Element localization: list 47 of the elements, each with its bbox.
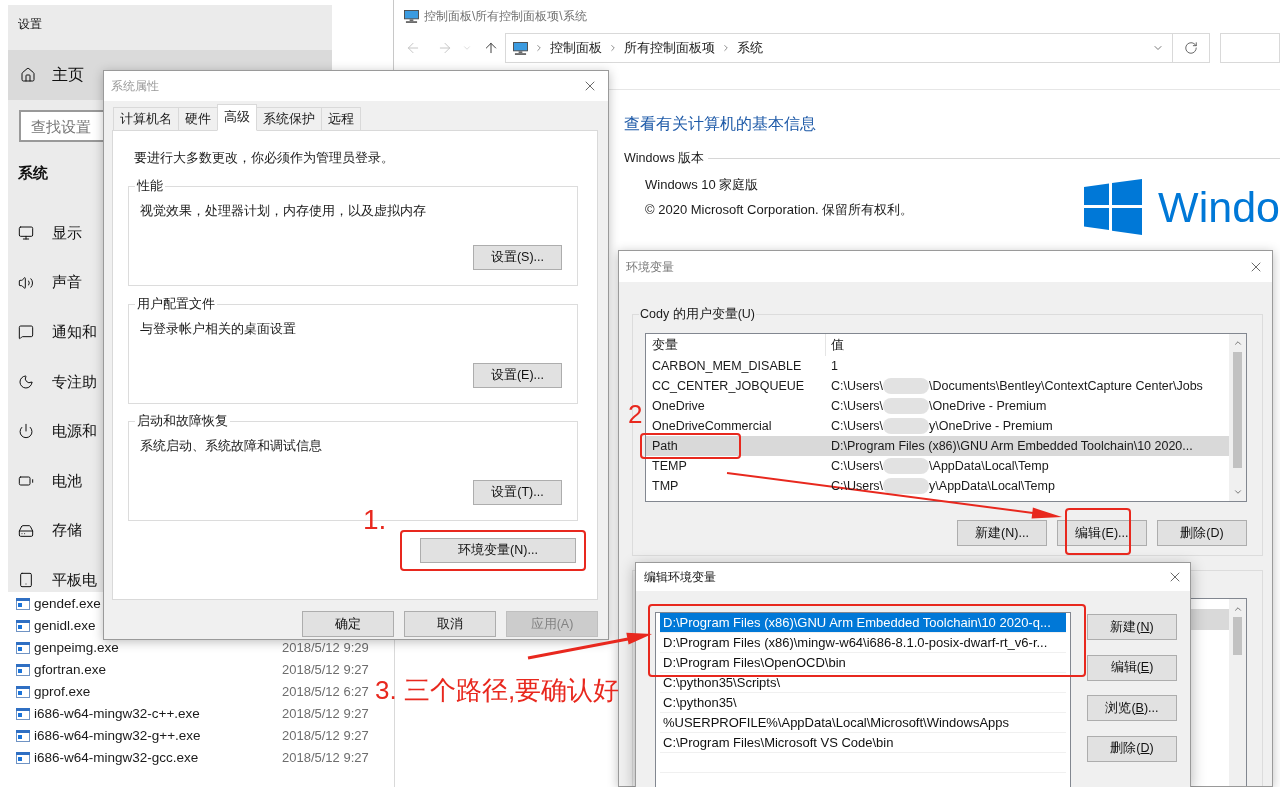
file-date: 2018/5/12 9:29	[282, 639, 369, 658]
variable-name: OneDrive	[652, 397, 705, 415]
file-date: 2018/5/12 9:27	[282, 727, 369, 746]
variable-value: C:\Users\	[831, 457, 884, 475]
variable-name: TEMP	[652, 457, 687, 475]
file-date: 2018/5/12 9:27	[282, 705, 369, 724]
copyright-text: © 2020 Microsoft Corporation. 保留所有权利。	[645, 201, 914, 219]
window-title: 系统属性	[111, 78, 159, 95]
notice-text: 要进行大多数更改，你必须作为管理员登录。	[134, 150, 394, 166]
variable-value: 1	[831, 357, 838, 375]
variable-value: y\OneDrive - Premium	[929, 417, 1053, 435]
variable-name: TMP	[652, 477, 679, 495]
variable-value: C:\Users\	[831, 477, 884, 495]
group-description: 系统启动、系统故障和调试信息	[140, 438, 322, 454]
logo-text: Windo	[1158, 183, 1280, 231]
variable-value: \OneDrive - Premium	[929, 397, 1047, 415]
variable-name: OneDriveCommercial	[652, 417, 772, 435]
variable-value: y\AppData\Local\Temp	[929, 477, 1055, 495]
variable-value: \AppData\Local\Temp	[929, 457, 1049, 475]
variable-value: D:\Program Files (x86)\GNU Arm Embedded Toolchain\10 2020...	[831, 437, 1193, 455]
step-label: 2	[628, 399, 643, 429]
variable-name: CC_CENTER_JOBQUEUE	[652, 377, 805, 395]
group-title: 用户配置文件	[136, 296, 216, 312]
variable-value: C:\Users\	[831, 417, 884, 435]
group-title: Cody 的用户变量(U)	[639, 306, 756, 322]
variable-value: C:\Users\	[831, 397, 884, 415]
group-description: 与登录帐户相关的桌面设置	[140, 321, 296, 337]
window-title: 控制面板\所有控制面板项\系统	[424, 8, 587, 25]
group-title: 性能	[136, 178, 164, 194]
file-date: 2018/5/12 9:27	[282, 661, 369, 680]
file-date: 2018/5/12 6:27	[282, 683, 369, 702]
window-title: 编辑环境变量	[644, 569, 716, 586]
page-heading: 查看有关计算机的基本信息	[624, 114, 817, 134]
section-label: Windows 版本	[624, 150, 705, 166]
edition-text: Windows 10 家庭版	[645, 176, 760, 194]
step-label: 1.	[363, 504, 387, 536]
step-note: 3. 三个路径,要确认好	[375, 674, 620, 706]
window-title: 环境变量	[626, 258, 674, 276]
section-heading: 系统	[18, 163, 48, 183]
window-title: 设置	[18, 17, 42, 31]
variable-value: C:\Users\	[831, 377, 884, 395]
group-title: 启动和故障恢复	[136, 413, 229, 429]
variable-name: Path	[652, 437, 678, 455]
variable-name: CARBON_MEM_DISABLE	[652, 357, 802, 375]
group-description: 视觉效果，处理器计划，内存使用，以及虚拟内存	[140, 203, 426, 219]
variable-value: \Documents\Bentley\ContextCapture Center\Jobs	[929, 377, 1203, 395]
file-date: 2018/5/12 9:27	[282, 749, 369, 768]
